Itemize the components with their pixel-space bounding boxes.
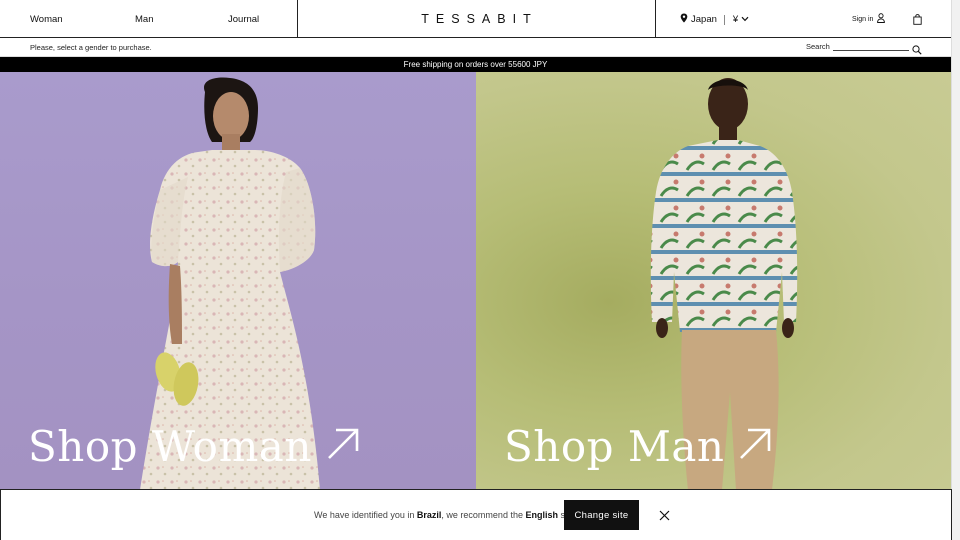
header-tools: Japan ¥ Sign in bbox=[655, 0, 951, 37]
country-label: Japan bbox=[691, 14, 717, 25]
close-icon[interactable] bbox=[659, 508, 670, 521]
nav-man[interactable]: Man bbox=[135, 14, 153, 25]
promo-bar: Free shipping on orders over 55600 JPY bbox=[0, 57, 951, 72]
detected-country: Brazil bbox=[416, 510, 442, 520]
sign-in-link[interactable]: Sign in bbox=[852, 13, 886, 25]
shop-woman-label: Shop Woman bbox=[28, 422, 312, 471]
page-scrollbar[interactable] bbox=[951, 0, 960, 540]
user-icon bbox=[877, 13, 886, 25]
hero-man[interactable]: Shop Man bbox=[476, 72, 951, 490]
search-label: Search bbox=[806, 42, 830, 51]
shop-man-label: Shop Man bbox=[504, 422, 725, 471]
recommended-site: English bbox=[525, 510, 558, 520]
logo-cell: TESSABIT bbox=[298, 0, 655, 37]
arrow-up-right-icon bbox=[738, 422, 772, 471]
site-recommendation-banner: We have identified you in Brazil, we rec… bbox=[0, 489, 952, 540]
sub-bar: Please, select a gender to purchase. Sea… bbox=[0, 38, 951, 57]
nav-woman[interactable]: Woman bbox=[30, 14, 63, 25]
locale-selector[interactable]: Japan ¥ bbox=[680, 13, 749, 26]
search-field[interactable]: Search bbox=[806, 42, 909, 51]
change-site-button[interactable]: Change site bbox=[564, 500, 639, 530]
site-msg-part: We have identified you in bbox=[314, 510, 417, 520]
sign-in-label: Sign in bbox=[852, 15, 874, 23]
shopping-bag-icon[interactable] bbox=[913, 12, 922, 30]
logo[interactable]: TESSABIT bbox=[415, 12, 537, 26]
currency-label: ¥ bbox=[732, 14, 739, 25]
site-message: We have identified you in Brazil, we rec… bbox=[314, 510, 575, 520]
arrow-up-right-icon bbox=[326, 422, 360, 471]
nav-journal[interactable]: Journal bbox=[228, 14, 259, 25]
main-nav: Woman Man Journal bbox=[0, 0, 298, 37]
divider bbox=[723, 14, 725, 25]
hero-woman-title[interactable]: Shop Woman bbox=[28, 422, 360, 471]
header: Woman Man Journal TESSABIT Japan ¥ Sign … bbox=[0, 0, 951, 38]
gender-note: Please, select a gender to purchase. bbox=[30, 43, 152, 52]
hero-man-title[interactable]: Shop Man bbox=[504, 422, 772, 471]
hero-woman[interactable]: Shop Woman bbox=[0, 72, 476, 490]
chevron-down-icon bbox=[741, 14, 749, 25]
search-input[interactable] bbox=[832, 50, 909, 51]
site-msg-part: , we recommend the bbox=[441, 510, 526, 520]
location-pin-icon bbox=[680, 13, 688, 26]
